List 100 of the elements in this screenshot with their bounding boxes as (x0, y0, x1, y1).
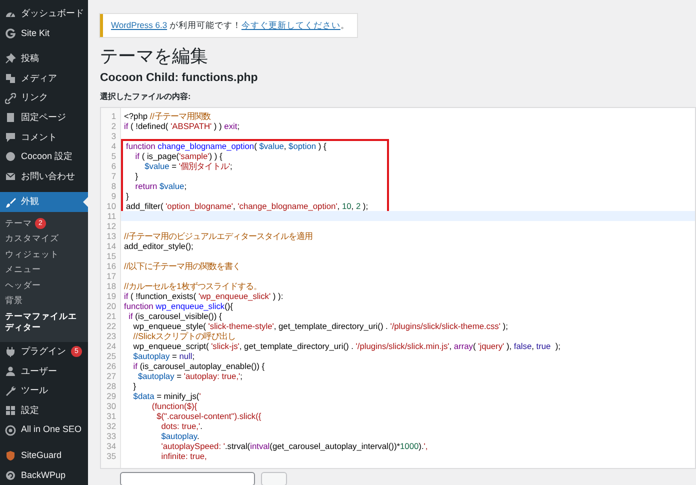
code-line: $autoplay. (160, 430, 200, 441)
submenu-item[interactable]: ウィジェット (0, 246, 88, 262)
submenu-item[interactable]: テーマファイルエディター (0, 308, 88, 336)
line-number: 17 (106, 270, 117, 281)
code-line: } (125, 190, 130, 201)
code-line: //カルーセルを1枚ずつスライドする。 (123, 280, 262, 291)
code-editor[interactable] (100, 106, 696, 469)
page-title: テーマを編集 (100, 44, 209, 67)
line-number: 20 (106, 300, 117, 311)
line-number: 35 (106, 450, 117, 461)
line-number: 27 (106, 370, 117, 381)
menu-item[interactable]: ユーザー (0, 362, 88, 382)
menu-item[interactable]: 投稿 (0, 49, 88, 69)
submenu-item[interactable]: カスタマイズ (0, 231, 88, 247)
settings-icon (5, 405, 16, 416)
line-number: 16 (106, 260, 117, 271)
code-line: infinite: true, (160, 450, 207, 461)
content-label: 選択したファイルの内容: (100, 92, 192, 102)
menu-item[interactable]: Cocoon 設定 (0, 147, 88, 167)
file-heading: Cocoon Child: functions.php (100, 70, 259, 85)
menu-item[interactable]: All in One SEO (0, 420, 88, 440)
code-line: wp_enqueue_script( 'slick-js', get_template_directory_uri() . '/plugins/slick/slick.min.js', array( 'jquery' ), false, true ); (132, 340, 562, 351)
update-link[interactable]: WordPress 6.3 (111, 20, 168, 30)
shield-icon (5, 450, 16, 462)
link-icon (5, 92, 16, 104)
menu-item[interactable]: コメント (0, 128, 88, 148)
gear-icon (5, 424, 16, 436)
menu-item[interactable]: メディア (0, 68, 88, 88)
code-line: $autoplay = 'autoplay: true,'; (136, 370, 242, 381)
circle-icon (5, 151, 16, 162)
button[interactable] (261, 472, 287, 485)
line-number: 28 (106, 380, 117, 391)
menu-item[interactable]: BackWPup (0, 466, 88, 485)
code-line: 'autoplaySpeed: '.strval(intval(get_carousel_autoplay_interval())*1000).', (160, 440, 429, 451)
code-line: dots: true,'. (161, 420, 202, 431)
page-icon (5, 112, 16, 124)
comment-icon (5, 132, 16, 143)
code-line: if ( !function_exists( 'wp_enqueue_slick' ) ): (123, 290, 284, 301)
code-line: <?php //子テーマ用関数 (123, 110, 212, 121)
letter-g-icon (5, 28, 16, 39)
code-line: if ( is_page('sample') ) { (134, 150, 222, 161)
line-number: 32 (106, 420, 117, 431)
line-number: 15 (106, 250, 117, 261)
code-line: wp_enqueue_style( 'slick-theme-style', get_template_directory_uri() . '/plugins/slick/slick-theme.css' ); (132, 320, 509, 331)
code-line: $autoplay = null; (132, 350, 195, 361)
menu-item[interactable]: お問い合わせ (0, 166, 88, 186)
code-line: function wp_enqueue_slick(){ (123, 300, 233, 311)
line-number: 12 (106, 220, 117, 231)
line-number: 25 (106, 350, 117, 361)
line-number: 13 (106, 230, 117, 241)
code-line: if ( !defined( 'ABSPATH' ) ) exit; (123, 120, 241, 131)
line-number: 18 (106, 280, 117, 291)
line-number: 2 (110, 120, 117, 131)
line-number: 10 (106, 200, 117, 211)
circle-arrow-icon (5, 470, 16, 481)
code-line: add_editor_style(); (123, 240, 194, 251)
line-number: 3 (110, 130, 117, 141)
brush-icon (5, 196, 16, 208)
code-line: add_filter( 'option_blogname', 'change_blogname_option', 10, 2 ); (125, 200, 370, 211)
line-number: 6 (110, 160, 117, 171)
line-number: 1 (110, 110, 117, 121)
menu-item[interactable]: ツール (0, 381, 88, 401)
pin-icon (5, 53, 16, 64)
update-notice: WordPress 6.3 が利用可能です！今すぐ更新してください。 (100, 14, 358, 37)
code-line: return $value; (134, 180, 188, 191)
line-number: 14 (106, 240, 117, 251)
line-number: 4 (110, 140, 117, 151)
line-number: 33 (106, 430, 117, 441)
line-number: 24 (106, 340, 117, 351)
code-line: } (134, 170, 140, 181)
code-line: function change_blogname_option( $value, $option ) { (125, 140, 328, 151)
update-link[interactable]: 今すぐ更新してください (241, 20, 340, 30)
submenu-item[interactable]: ヘッダー (0, 278, 88, 294)
menu-item[interactable]: 固定ページ (0, 108, 88, 128)
submenu-item[interactable]: 背景 (0, 293, 88, 309)
line-number: 21 (106, 310, 117, 321)
user-icon (5, 366, 16, 377)
line-number: 7 (110, 170, 117, 181)
menu-item[interactable]: 外観 (0, 192, 88, 212)
code-line: //Slickスクリプトの呼び出し (132, 330, 236, 341)
code-line: $value = '個別タイトル'; (144, 160, 234, 171)
code-line: $data = minify_js(' (132, 390, 202, 401)
menu-item[interactable]: SiteGuard (0, 446, 88, 466)
code-line: $(".carousel-content").slick({ (156, 410, 262, 421)
submenu-item[interactable]: メニュー (0, 262, 88, 278)
code-line: if (is_carousel_visible()) { (128, 310, 222, 321)
line-number: 8 (110, 180, 117, 191)
menu-item[interactable]: ダッシュボード (0, 4, 88, 24)
line-number: 5 (110, 150, 117, 161)
input-field[interactable] (120, 472, 255, 485)
menu-item[interactable]: リンク (0, 88, 88, 108)
envelope-icon (5, 171, 16, 182)
line-number: 23 (106, 330, 117, 341)
code-line: //以下に子テーマ用の関数を書く (123, 260, 242, 271)
line-number: 34 (106, 440, 117, 451)
menu-item[interactable]: 設定 (0, 400, 88, 420)
code-line: (function($){ (150, 400, 198, 411)
menu-item[interactable]: Site Kit (0, 24, 88, 44)
code-line: if (is_carousel_autoplay_enable()) { (132, 360, 266, 371)
line-number: 31 (106, 410, 117, 421)
